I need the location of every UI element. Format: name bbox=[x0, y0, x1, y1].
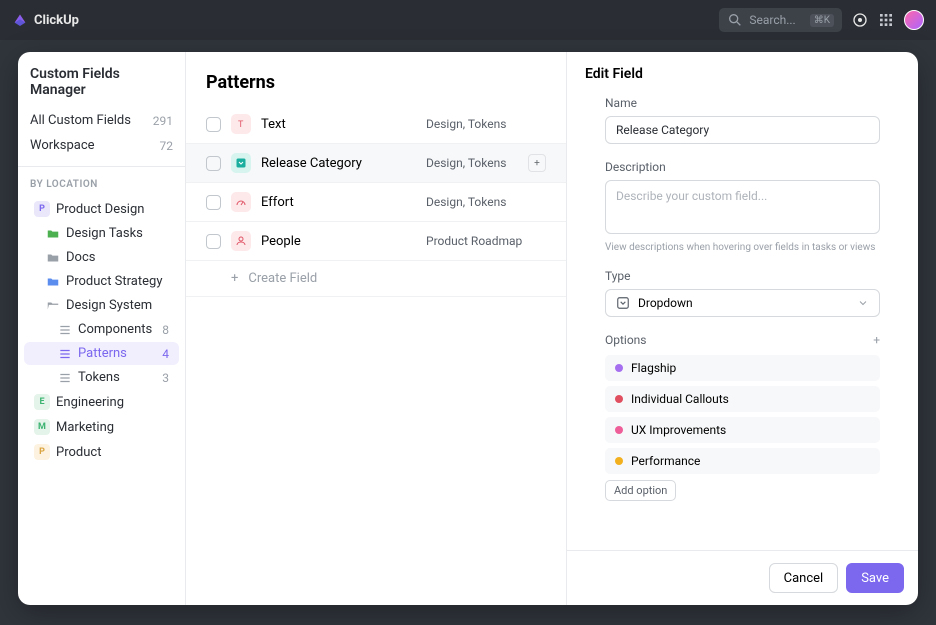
folder-design-system[interactable]: Design System bbox=[24, 294, 179, 317]
custom-fields-manager-window: Custom Fields Manager All Custom Fields … bbox=[18, 52, 918, 605]
name-label: Name bbox=[605, 96, 880, 110]
checkbox[interactable] bbox=[206, 156, 221, 171]
space-marketing[interactable]: M Marketing bbox=[24, 415, 179, 439]
color-dot-icon bbox=[615, 457, 623, 465]
list-icon bbox=[58, 323, 72, 337]
dropdown-type-icon bbox=[616, 296, 630, 310]
search-placeholder: Search... bbox=[749, 13, 795, 27]
search-icon bbox=[727, 12, 743, 28]
list-icon bbox=[58, 347, 72, 361]
list-components[interactable]: Components 8 bbox=[24, 318, 179, 341]
space-product[interactable]: P Product bbox=[24, 440, 179, 464]
space-badge-icon: P bbox=[34, 444, 50, 460]
brand-name: ClickUp bbox=[34, 13, 79, 28]
record-icon[interactable] bbox=[852, 12, 868, 28]
folder-icon bbox=[46, 227, 60, 241]
checkbox[interactable] bbox=[206, 117, 221, 132]
checkbox[interactable] bbox=[206, 234, 221, 249]
color-dot-icon bbox=[615, 426, 623, 434]
option-ux-improvements[interactable]: UX Improvements bbox=[605, 417, 880, 443]
space-badge-icon: M bbox=[34, 419, 50, 435]
text-field-icon: T bbox=[231, 114, 251, 134]
add-option-plus-button[interactable]: + bbox=[873, 333, 880, 347]
topbar: ClickUp Search... ⌘K bbox=[0, 0, 936, 40]
page-title: Patterns bbox=[186, 72, 566, 105]
sidebar: Custom Fields Manager All Custom Fields … bbox=[18, 52, 186, 605]
sidebar-section-header: BY LOCATION bbox=[18, 175, 185, 196]
brand: ClickUp bbox=[12, 12, 79, 28]
list-tokens[interactable]: Tokens 3 bbox=[24, 366, 179, 389]
name-input[interactable] bbox=[605, 116, 880, 144]
space-badge-icon: E bbox=[34, 394, 50, 410]
divider bbox=[18, 166, 185, 167]
sidebar-title: Custom Fields Manager bbox=[18, 66, 185, 108]
folder-open-icon bbox=[46, 299, 60, 313]
folder-product-strategy[interactable]: Product Strategy bbox=[24, 270, 179, 293]
checkbox[interactable] bbox=[206, 195, 221, 210]
description-hint: View descriptions when hovering over fie… bbox=[605, 242, 880, 253]
add-option-button[interactable]: Add option bbox=[605, 480, 676, 501]
panel-title: Edit Field bbox=[567, 52, 918, 92]
folder-icon bbox=[46, 251, 60, 265]
list-patterns[interactable]: Patterns 4 bbox=[24, 342, 179, 365]
apps-grid-icon[interactable] bbox=[878, 12, 894, 28]
effort-field-icon bbox=[231, 192, 251, 212]
edit-field-panel: Edit Field Name Description View descrip… bbox=[566, 52, 918, 605]
description-label: Description bbox=[605, 160, 880, 174]
folder-docs[interactable]: Docs bbox=[24, 246, 179, 269]
field-row-release-category[interactable]: Release Category Design, Tokens + bbox=[186, 144, 566, 183]
space-product-design[interactable]: P Product Design bbox=[24, 197, 179, 221]
color-dot-icon bbox=[615, 395, 623, 403]
options-label: Options bbox=[605, 333, 647, 347]
more-locations-button[interactable]: + bbox=[528, 154, 546, 172]
folder-design-tasks[interactable]: Design Tasks bbox=[24, 222, 179, 245]
search-shortcut: ⌘K bbox=[810, 14, 834, 27]
clickup-logo-icon bbox=[12, 12, 28, 28]
folder-icon bbox=[46, 275, 60, 289]
type-label: Type bbox=[605, 269, 880, 283]
svg-text:T: T bbox=[238, 120, 244, 130]
main-content: Patterns T Text Design, Tokens Release C… bbox=[186, 52, 566, 605]
space-engineering[interactable]: E Engineering bbox=[24, 390, 179, 414]
field-row-effort[interactable]: Effort Design, Tokens bbox=[186, 183, 566, 222]
chevron-down-icon bbox=[857, 297, 869, 309]
field-row-people[interactable]: People Product Roadmap bbox=[186, 222, 566, 261]
dropdown-field-icon bbox=[231, 153, 251, 173]
search-input[interactable]: Search... ⌘K bbox=[719, 8, 842, 32]
option-performance[interactable]: Performance bbox=[605, 448, 880, 474]
people-field-icon bbox=[231, 231, 251, 251]
cancel-button[interactable]: Cancel bbox=[769, 563, 839, 593]
space-badge-icon: P bbox=[34, 201, 50, 217]
type-select[interactable]: Dropdown bbox=[605, 289, 880, 317]
create-field-button[interactable]: + Create Field bbox=[186, 261, 566, 297]
option-flagship[interactable]: Flagship bbox=[605, 355, 880, 381]
plus-icon: + bbox=[206, 271, 238, 286]
field-row-text[interactable]: T Text Design, Tokens bbox=[186, 105, 566, 144]
option-individual-callouts[interactable]: Individual Callouts bbox=[605, 386, 880, 412]
avatar[interactable] bbox=[904, 10, 924, 30]
save-button[interactable]: Save bbox=[846, 563, 904, 593]
sidebar-summary-workspace[interactable]: Workspace 72 bbox=[18, 133, 185, 158]
color-dot-icon bbox=[615, 364, 623, 372]
description-input[interactable] bbox=[605, 180, 880, 234]
list-icon bbox=[58, 371, 72, 385]
sidebar-summary-all[interactable]: All Custom Fields 291 bbox=[18, 108, 185, 133]
